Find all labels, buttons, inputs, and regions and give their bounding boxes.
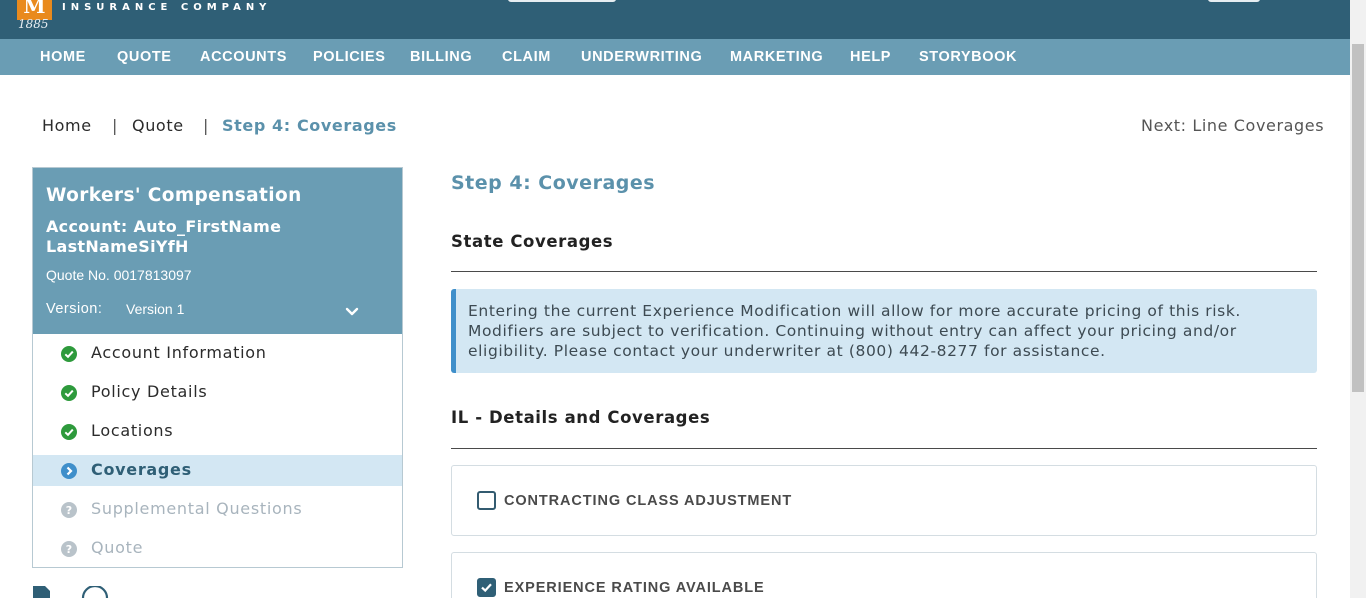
sidebar-step-policy-details[interactable]: Policy Details [33, 377, 402, 408]
contracting-class-adjustment-checkbox[interactable] [477, 491, 496, 510]
sidebar-header: Workers' Compensation Account: Auto_Firs… [33, 168, 402, 334]
sidebar-step-label: Account Information [91, 343, 267, 362]
alert-text: Entering the current Experience Modifica… [468, 302, 1241, 360]
quote-sidebar: Workers' Compensation Account: Auto_Firs… [32, 167, 403, 568]
nav-billing[interactable]: BILLING [410, 39, 472, 75]
check-circle-icon [61, 424, 77, 440]
sidebar-step-label: Supplemental Questions [91, 499, 303, 518]
coverage-card: EXPERIENCE RATING AVAILABLE [451, 552, 1317, 598]
coverage-card: CONTRACTING CLASS ADJUSTMENT [451, 465, 1317, 536]
nav-storybook[interactable]: STORYBOOK [919, 39, 1017, 75]
breadcrumb-current: Step 4: Coverages [222, 116, 397, 135]
sidebar-step-label: Coverages [91, 460, 192, 479]
breadcrumb: Home [42, 116, 92, 135]
sidebar-step-supplemental-questions[interactable]: ? Supplemental Questions [33, 494, 402, 525]
account-name: Account: Auto_FirstName LastNameSiYfH [46, 217, 282, 256]
quote-number: Quote No. 0017813097 [46, 267, 192, 283]
question-circle-icon: ? [61, 502, 77, 518]
question-circle-icon: ? [61, 541, 77, 557]
nav-quote[interactable]: QUOTE [117, 39, 172, 75]
experience-rating-available-checkbox[interactable] [477, 578, 496, 597]
breadcrumb-quote[interactable]: Quote [132, 116, 184, 135]
header-user-fragment [1208, 0, 1260, 2]
main-nav: HOME QUOTE ACCOUNTS POLICIES BILLING CLA… [0, 39, 1350, 75]
nav-claim[interactable]: CLAIM [502, 39, 551, 75]
version-label: Version: [46, 301, 103, 317]
version-select[interactable]: Version 1 [126, 301, 184, 317]
svg-text:?: ? [66, 543, 72, 556]
nav-marketing[interactable]: MARKETING [730, 39, 823, 75]
top-header: M 1885 INSURANCE COMPANY [0, 0, 1350, 39]
experience-mod-alert: Entering the current Experience Modifica… [451, 289, 1317, 373]
chevron-down-icon[interactable] [343, 303, 361, 319]
chat-icon[interactable] [81, 586, 109, 598]
nav-home[interactable]: HOME [40, 39, 86, 75]
section-divider [451, 448, 1317, 449]
sidebar-step-quote[interactable]: ? Quote [33, 533, 402, 564]
document-icon[interactable] [33, 586, 50, 598]
sidebar-step-coverages[interactable]: Coverages [33, 455, 402, 486]
header-text-fragment [508, 0, 616, 2]
sidebar-step-locations[interactable]: Locations [33, 416, 402, 447]
coverage-label: EXPERIENCE RATING AVAILABLE [504, 580, 765, 596]
checkmark-icon [481, 583, 492, 593]
state-coverages-heading: State Coverages [451, 232, 614, 251]
il-coverages-heading: IL - Details and Coverages [451, 408, 711, 427]
sidebar-step-label: Quote [91, 538, 144, 557]
breadcrumb-home[interactable]: Home [42, 116, 92, 135]
page-title: Step 4: Coverages [451, 172, 656, 194]
next-step-link[interactable]: Next: Line Coverages [1141, 116, 1324, 135]
nav-accounts[interactable]: ACCOUNTS [200, 39, 287, 75]
breadcrumb-separator: | [203, 116, 209, 135]
logo-tagline: INSURANCE COMPANY [62, 2, 272, 13]
product-title: Workers' Compensation [46, 185, 302, 206]
sidebar-step-account-information[interactable]: Account Information [33, 338, 402, 369]
chevron-right-circle-icon [61, 463, 77, 479]
sidebar-tools [33, 586, 109, 598]
section-divider [451, 271, 1317, 272]
sidebar-step-label: Locations [91, 421, 174, 440]
breadcrumb-separator: | [112, 116, 118, 135]
nav-underwriting[interactable]: UNDERWRITING [581, 39, 702, 75]
svg-text:?: ? [66, 504, 72, 517]
coverage-label: CONTRACTING CLASS ADJUSTMENT [504, 493, 793, 509]
check-circle-icon [61, 346, 77, 362]
check-circle-icon [61, 385, 77, 401]
nav-policies[interactable]: POLICIES [313, 39, 385, 75]
logo-year: 1885 [18, 17, 49, 31]
nav-help[interactable]: HELP [850, 39, 891, 75]
sidebar-step-label: Policy Details [91, 382, 208, 401]
page-scrollbar-thumb[interactable] [1352, 44, 1364, 392]
